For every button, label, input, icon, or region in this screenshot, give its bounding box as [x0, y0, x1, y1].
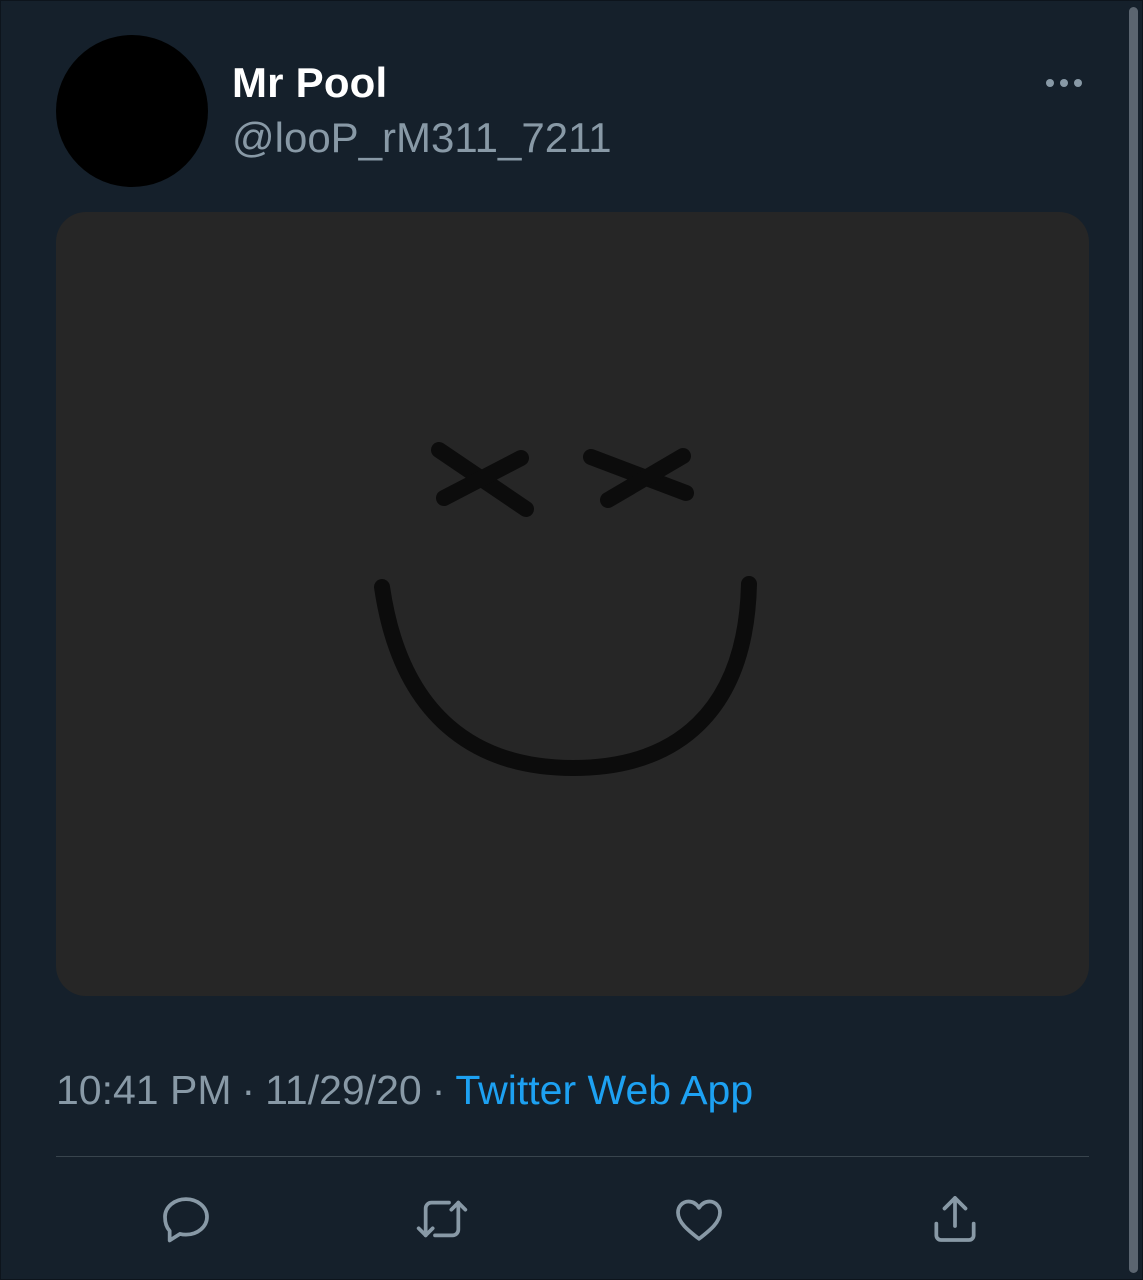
more-horizontal-icon: [1046, 79, 1082, 87]
user-handle[interactable]: @looP_rM311_7211: [232, 114, 612, 162]
tweet-card: Mr Pool @looP_rM311_7211 10:41 PM · 11/29/…: [0, 0, 1143, 1280]
separator-dot: ·: [241, 1067, 256, 1113]
divider: [56, 1156, 1089, 1157]
more-options-button[interactable]: [1039, 67, 1089, 99]
retweet-button[interactable]: [412, 1189, 472, 1249]
separator-dot: ·: [431, 1067, 446, 1113]
tweet-metadata: 10:41 PM · 11/29/20 · Twitter Web App: [56, 1067, 753, 1114]
tweet-time[interactable]: 10:41 PM: [56, 1067, 232, 1113]
tweet-media-image[interactable]: [56, 212, 1089, 996]
scrollbar[interactable]: [1129, 7, 1138, 1273]
like-icon: [676, 1199, 722, 1241]
share-icon: [934, 1196, 976, 1242]
retweet-icon: [416, 1200, 468, 1238]
reply-icon: [163, 1197, 209, 1243]
share-button[interactable]: [925, 1189, 985, 1249]
display-name[interactable]: Mr Pool: [232, 59, 387, 107]
avatar[interactable]: [56, 35, 208, 187]
tweet-source-link[interactable]: Twitter Web App: [455, 1067, 753, 1113]
tweet-date[interactable]: 11/29/20: [265, 1067, 422, 1113]
like-button[interactable]: [669, 1189, 729, 1249]
dead-smiley-illustration: [374, 442, 757, 777]
reply-button[interactable]: [156, 1189, 216, 1249]
